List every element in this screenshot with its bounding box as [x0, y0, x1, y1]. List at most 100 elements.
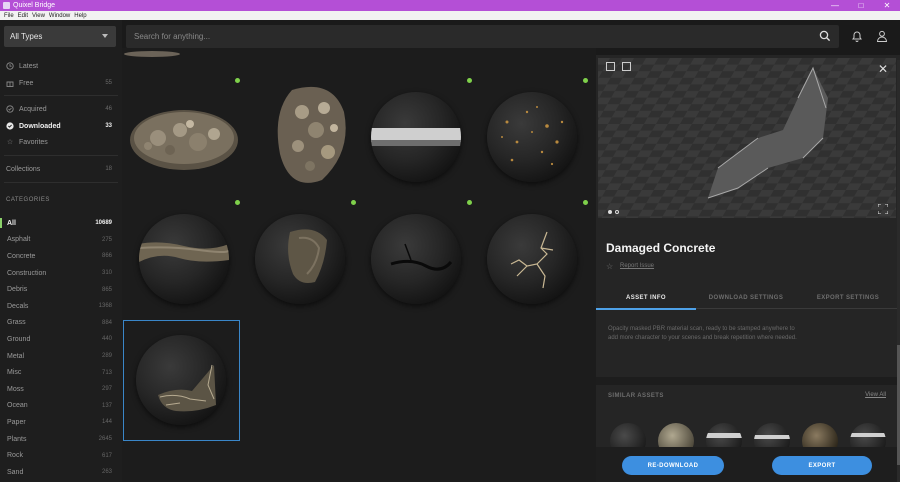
split-view-icon[interactable] — [622, 62, 631, 71]
asset-description: Opacity masked PBR material scan, ready … — [608, 326, 797, 341]
category-item-decals[interactable]: Decals 1368 — [0, 298, 122, 315]
asset-tile-rock-cluster[interactable] — [242, 76, 358, 196]
asset-tile-damaged-concrete[interactable] — [123, 320, 240, 441]
maximize-button[interactable]: □ — [848, 0, 874, 11]
search-input[interactable] — [134, 29, 794, 44]
tab-asset-info[interactable]: ASSET INFO — [596, 287, 696, 310]
asset-tile-concrete-patch[interactable] — [242, 198, 358, 318]
category-label: Grass — [7, 319, 26, 327]
gift-icon — [6, 79, 14, 87]
category-label: Ocean — [7, 402, 28, 410]
category-item-ground[interactable]: Ground 440 — [0, 331, 122, 348]
tab-export-settings[interactable]: EXPORT SETTINGS — [796, 287, 900, 309]
pagination-dot[interactable] — [615, 210, 619, 214]
category-item-all[interactable]: All 10689 — [0, 215, 122, 232]
minimize-button[interactable]: — — [822, 0, 848, 11]
nav-downloaded[interactable]: Downloaded 33 — [0, 119, 122, 133]
category-item-moss[interactable]: Moss 297 — [0, 381, 122, 398]
nav-free[interactable]: Free 55 — [0, 76, 122, 90]
report-issue-link[interactable]: Report Issue — [620, 263, 654, 269]
nav-label: Acquired — [19, 105, 47, 113]
category-count: 297 — [101, 386, 112, 393]
app-logo-icon — [3, 2, 10, 9]
downloaded-check-icon — [235, 78, 240, 83]
type-filter-dropdown[interactable]: All Types — [4, 26, 116, 47]
export-button[interactable]: EXPORT — [772, 456, 872, 475]
detail-tabs: ASSET INFO DOWNLOAD SETTINGS EXPORT SETT… — [596, 287, 900, 310]
category-item-construction[interactable]: Construction 310 — [0, 265, 122, 282]
asset-tile-metal-band[interactable] — [358, 76, 474, 196]
nav-acquired[interactable]: Acquired 46 — [0, 102, 122, 116]
tab-download-settings[interactable]: DOWNLOAD SETTINGS — [696, 287, 796, 309]
close-window-button[interactable]: ✕ — [874, 0, 900, 11]
category-count: 440 — [101, 336, 112, 343]
search-bar — [126, 25, 839, 48]
categories-header: CATEGORIES — [6, 197, 50, 203]
nav-latest[interactable]: Latest — [0, 59, 122, 73]
asset-tile-speckled-ground[interactable] — [474, 76, 590, 196]
menu-file[interactable]: File — [4, 13, 14, 19]
menu-view[interactable]: View — [32, 13, 45, 19]
bell-icon[interactable] — [850, 29, 864, 43]
category-item-ocean[interactable]: Ocean 137 — [0, 398, 122, 415]
menu-window[interactable]: Window — [49, 13, 70, 19]
quixel-bridge-window: Quixel Bridge — □ ✕ File Edit View Windo… — [0, 0, 900, 482]
favorite-star-icon[interactable]: ☆ — [606, 262, 613, 271]
asset-tile-concrete-edge[interactable] — [126, 198, 242, 318]
asset-thumbnail — [487, 214, 577, 304]
category-item-sand[interactable]: Sand 263 — [0, 464, 122, 481]
menu-help[interactable]: Help — [74, 13, 86, 19]
asset-tile-crack-decal[interactable] — [474, 198, 590, 318]
search-icon[interactable] — [819, 30, 831, 42]
nav-favorites[interactable]: ☆ Favorites — [0, 135, 122, 149]
clock-icon — [6, 62, 14, 70]
preview-pagination — [608, 210, 619, 214]
category-item-concrete[interactable]: Concrete 866 — [0, 248, 122, 265]
category-label: Metal — [7, 352, 25, 360]
category-label: Debris — [7, 286, 28, 294]
similar-assets-title: SIMILAR ASSETS — [608, 393, 664, 399]
category-label: Asphalt — [7, 236, 31, 244]
menu-edit[interactable]: Edit — [18, 13, 28, 19]
category-item-debris[interactable]: Debris 865 — [0, 281, 122, 298]
sidebar-divider — [4, 95, 118, 96]
asset-tile-rock-debris[interactable] — [126, 76, 242, 196]
category-item-grass[interactable]: Grass 884 — [0, 315, 122, 332]
category-count: 884 — [101, 319, 112, 326]
asset-thumbnail — [130, 110, 238, 170]
category-item-plants[interactable]: Plants 2645 — [0, 431, 122, 448]
close-icon[interactable]: ✕ — [878, 62, 888, 76]
category-item-paper[interactable]: Paper 144 — [0, 414, 122, 431]
window-title: Quixel Bridge — [13, 2, 56, 9]
asset-thumbnail — [255, 214, 345, 304]
asset-tile-crack[interactable] — [358, 198, 474, 318]
nav-count: 46 — [105, 106, 112, 112]
category-count: 617 — [101, 452, 112, 459]
user-icon[interactable] — [875, 29, 889, 43]
pagination-dot[interactable] — [608, 210, 612, 214]
re-download-button[interactable]: RE-DOWNLOAD — [622, 456, 724, 475]
grid-view-icon[interactable] — [606, 62, 615, 71]
nav-collections[interactable]: Collections 18 — [0, 162, 122, 176]
category-item-rock[interactable]: Rock 617 — [0, 447, 122, 464]
asset-detail-panel: ✕ Damaged Concrete ☆ Report Issue ASSET … — [596, 55, 900, 482]
category-count: 310 — [101, 270, 112, 277]
nav-label: Free — [19, 79, 34, 87]
category-count: 275 — [101, 236, 112, 243]
category-item-asphalt[interactable]: Asphalt 275 — [0, 232, 122, 249]
asset-grid — [122, 48, 596, 482]
view-all-link[interactable]: View All — [865, 392, 886, 398]
asset-partial-top — [124, 51, 180, 57]
category-count: 137 — [101, 402, 112, 409]
category-label: Concrete — [7, 252, 36, 260]
category-item-misc[interactable]: Misc 713 — [0, 364, 122, 381]
category-label: Decals — [7, 302, 29, 310]
category-count: 713 — [101, 369, 112, 376]
asset-thumbnail — [371, 214, 461, 304]
category-item-metal[interactable]: Metal 289 — [0, 348, 122, 365]
nav-count: 18 — [105, 166, 112, 172]
asset-preview[interactable]: ✕ — [598, 58, 896, 218]
fullscreen-icon[interactable] — [878, 204, 888, 214]
category-count: 2645 — [98, 436, 112, 443]
downloaded-check-icon — [467, 78, 472, 83]
